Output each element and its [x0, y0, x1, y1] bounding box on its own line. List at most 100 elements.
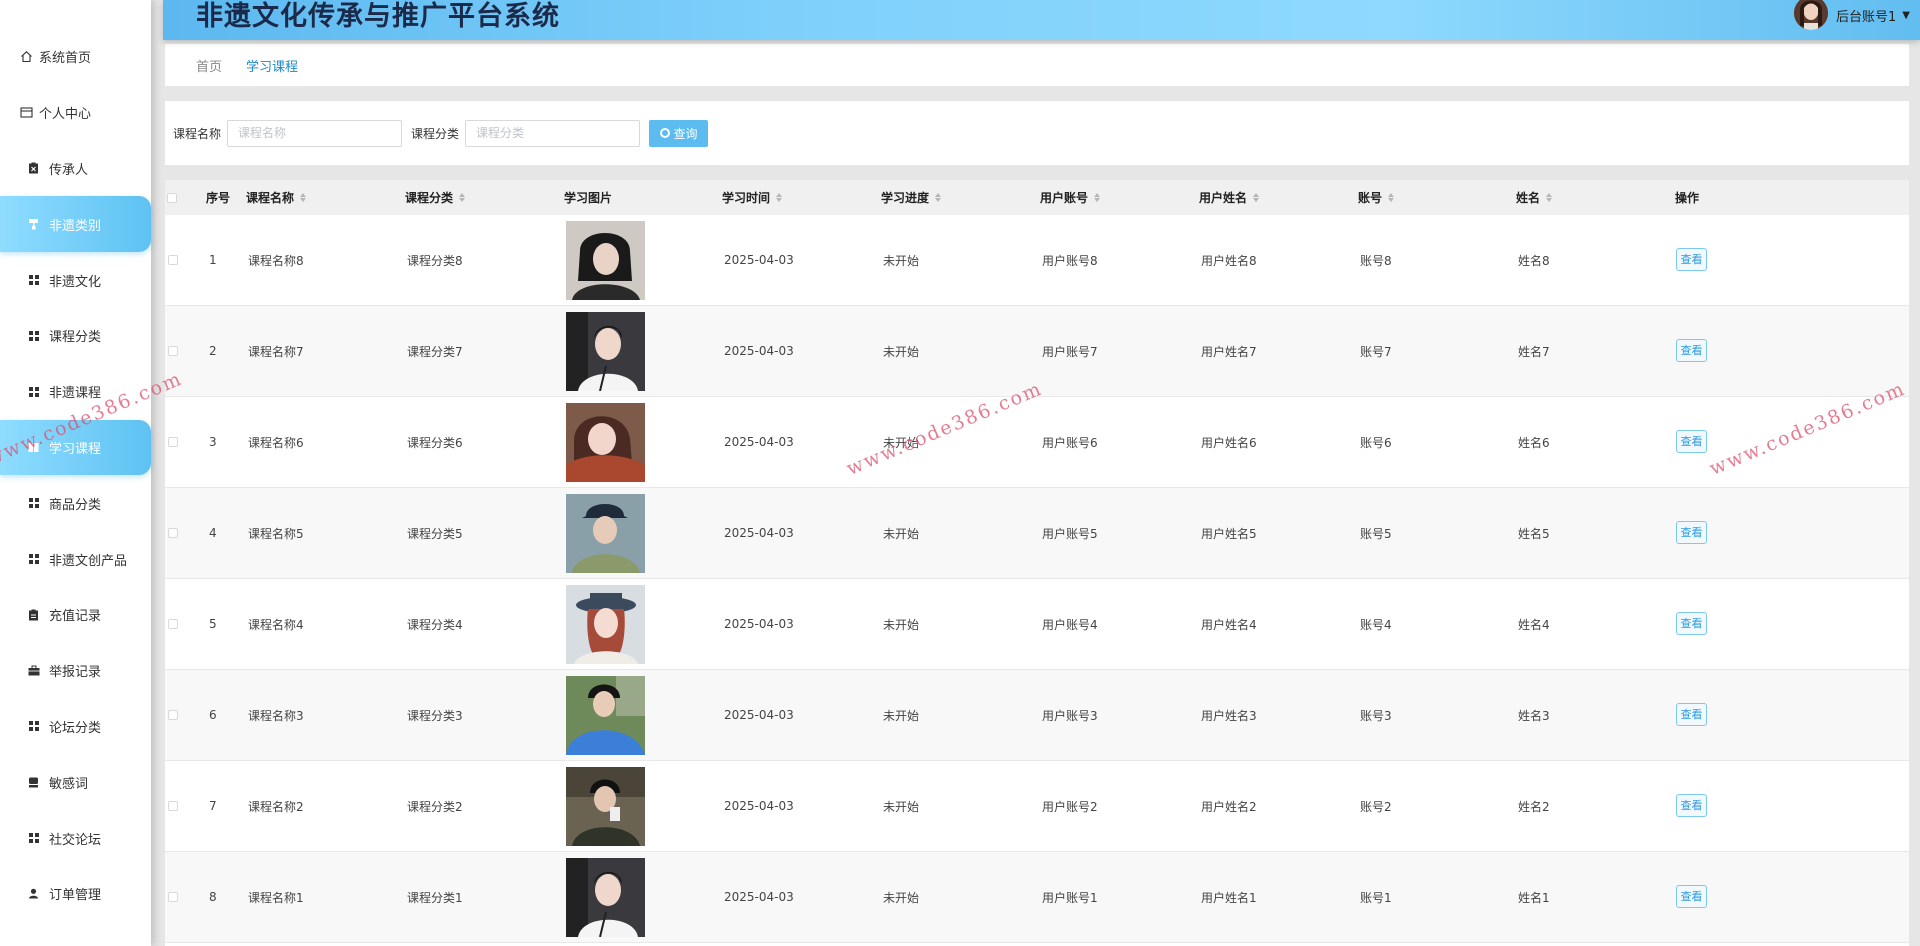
- sidebar-item-heritage-culture[interactable]: 非遗文化: [0, 252, 151, 308]
- view-button[interactable]: 查看: [1676, 338, 1707, 362]
- course-category-label: 课程分类: [411, 126, 460, 141]
- row-checkbox[interactable]: [168, 670, 178, 760]
- row-checkbox[interactable]: [168, 306, 178, 396]
- row-checkbox[interactable]: [168, 761, 178, 851]
- sort-icon[interactable]: [776, 193, 783, 202]
- sidebar-item-creative-products[interactable]: 非遗文创产品: [0, 531, 151, 587]
- cell-user-account: 用户账号7: [1042, 344, 1098, 359]
- sort-icon[interactable]: [1546, 193, 1553, 202]
- cell-study-time: 2025-04-03: [724, 435, 794, 449]
- view-button[interactable]: 查看: [1676, 429, 1707, 453]
- sidebar-item-inheritors[interactable]: 传承人: [0, 141, 151, 197]
- th-study-progress[interactable]: 学习进度: [881, 180, 942, 215]
- cell-user-name: 用户姓名3: [1201, 708, 1257, 723]
- cell-user-account: 用户账号8: [1042, 253, 1098, 268]
- study-image-thumbnail[interactable]: [566, 402, 645, 482]
- cell-study-image[interactable]: [566, 670, 645, 760]
- cell-study-image[interactable]: [566, 397, 645, 487]
- th-study-image: 学习图片: [564, 191, 613, 205]
- study-image-thumbnail[interactable]: [566, 311, 645, 391]
- cell-study-image[interactable]: [566, 306, 645, 396]
- course-name-input[interactable]: [227, 119, 403, 147]
- row-checkbox[interactable]: [168, 215, 178, 305]
- sort-icon[interactable]: [1253, 193, 1260, 202]
- row-checkbox[interactable]: [168, 488, 178, 578]
- row-checkbox[interactable]: [168, 397, 178, 487]
- study-image-thumbnail[interactable]: [566, 766, 645, 846]
- view-button[interactable]: 查看: [1676, 793, 1707, 817]
- th-account[interactable]: 账号: [1358, 180, 1395, 215]
- profile-card-icon: [20, 106, 33, 119]
- th-name[interactable]: 姓名: [1516, 180, 1553, 215]
- user-avatar[interactable]: [1794, 0, 1829, 30]
- sidebar-item-study-course[interactable]: 学习课程: [0, 419, 151, 476]
- cell-name: 姓名4: [1518, 617, 1550, 632]
- caret-down-icon[interactable]: ▼: [1902, 10, 1910, 21]
- view-button[interactable]: 查看: [1676, 884, 1707, 908]
- breadcrumb-home[interactable]: 首页: [196, 56, 222, 75]
- cell-study-time: 2025-04-03: [724, 253, 794, 267]
- cell-study-image[interactable]: [566, 852, 645, 942]
- user-menu[interactable]: 后台账号1 ▼: [1794, 0, 1910, 30]
- sort-icon[interactable]: [300, 193, 307, 202]
- course-category-input[interactable]: [465, 119, 641, 147]
- cell-course-name: 课程名称7: [248, 344, 304, 359]
- sidebar-item-sensitive-words[interactable]: 敏感词: [0, 754, 151, 810]
- view-button[interactable]: 查看: [1676, 247, 1707, 271]
- sidebar-item-heritage-course[interactable]: 非遗课程: [0, 364, 151, 420]
- sidebar-item-report-records[interactable]: 举报记录: [0, 643, 151, 699]
- th-course-category[interactable]: 课程分类: [405, 180, 466, 215]
- sidebar-item-home[interactable]: 系统首页: [0, 29, 151, 85]
- sidebar-item-order-management[interactable]: 订单管理: [0, 866, 151, 922]
- sidebar-item-profile[interactable]: 个人中心: [0, 85, 151, 141]
- cell-study-image[interactable]: [566, 761, 645, 851]
- cell-name: 姓名1: [1518, 890, 1550, 905]
- cell-course-name: 课程名称1: [248, 890, 304, 905]
- sidebar-item-forum-category[interactable]: 论坛分类: [0, 699, 151, 755]
- sort-icon[interactable]: [459, 193, 466, 202]
- sidebar-item-course-category[interactable]: 课程分类: [0, 308, 151, 364]
- study-image-thumbnail[interactable]: [566, 220, 645, 300]
- search-button[interactable]: 查询: [649, 119, 709, 147]
- th-user-account[interactable]: 用户账号: [1040, 180, 1101, 215]
- username[interactable]: 后台账号1: [1836, 6, 1896, 25]
- sidebar-item-product-category[interactable]: 商品分类: [0, 475, 151, 531]
- cell-study-time: 2025-04-03: [724, 890, 794, 904]
- sort-icon[interactable]: [935, 193, 942, 202]
- study-course-table: 序号 课程名称 课程分类 学习图片 学习时间 学习进度 用户账号 用户姓名 账号…: [165, 180, 1909, 946]
- row-checkbox[interactable]: [168, 852, 178, 942]
- cell-name: 姓名7: [1518, 344, 1550, 359]
- clipboard-icon: [27, 608, 40, 621]
- th-study-time[interactable]: 学习时间: [722, 180, 783, 215]
- sort-icon[interactable]: [1388, 193, 1395, 202]
- study-image-thumbnail[interactable]: [566, 675, 645, 755]
- study-image-thumbnail[interactable]: [566, 857, 645, 937]
- cell-account: 账号2: [1360, 799, 1392, 814]
- cell-study-image[interactable]: [566, 215, 645, 305]
- select-all-checkbox[interactable]: [167, 180, 177, 215]
- cell-account: 账号6: [1360, 435, 1392, 450]
- view-button[interactable]: 查看: [1676, 702, 1707, 726]
- sidebar-item-recharge-records[interactable]: 充值记录: [0, 587, 151, 643]
- cell-index: 4: [209, 526, 217, 540]
- cell-name: 姓名3: [1518, 708, 1550, 723]
- cell-course-category: 课程分类2: [407, 799, 463, 814]
- sidebar-menu: 系统首页 个人中心 传承人 非遗类别 非遗文化 课程分类 非遗课程 学习课程 商…: [0, 0, 151, 922]
- stamp-icon: [27, 776, 40, 789]
- view-button[interactable]: 查看: [1676, 520, 1707, 544]
- row-checkbox[interactable]: [168, 579, 178, 669]
- sidebar-item-label: 订单管理: [49, 888, 102, 904]
- cell-study-image[interactable]: [566, 488, 645, 578]
- sort-icon[interactable]: [1094, 193, 1101, 202]
- study-image-thumbnail[interactable]: [566, 584, 645, 664]
- sidebar-item-social-forum[interactable]: 社交论坛: [0, 810, 151, 866]
- cell-study-progress: 未开始: [883, 890, 920, 905]
- study-image-thumbnail[interactable]: [566, 493, 645, 573]
- cell-study-image[interactable]: [566, 579, 645, 669]
- search-panel: 课程名称 课程分类 查询: [165, 101, 1909, 165]
- view-button[interactable]: 查看: [1676, 611, 1707, 635]
- sidebar-item-heritage-category[interactable]: 非遗类别: [0, 196, 151, 253]
- th-course-name[interactable]: 课程名称: [246, 180, 307, 215]
- th-user-name[interactable]: 用户姓名: [1199, 180, 1260, 215]
- sidebar-item-label: 敏感词: [49, 776, 89, 792]
